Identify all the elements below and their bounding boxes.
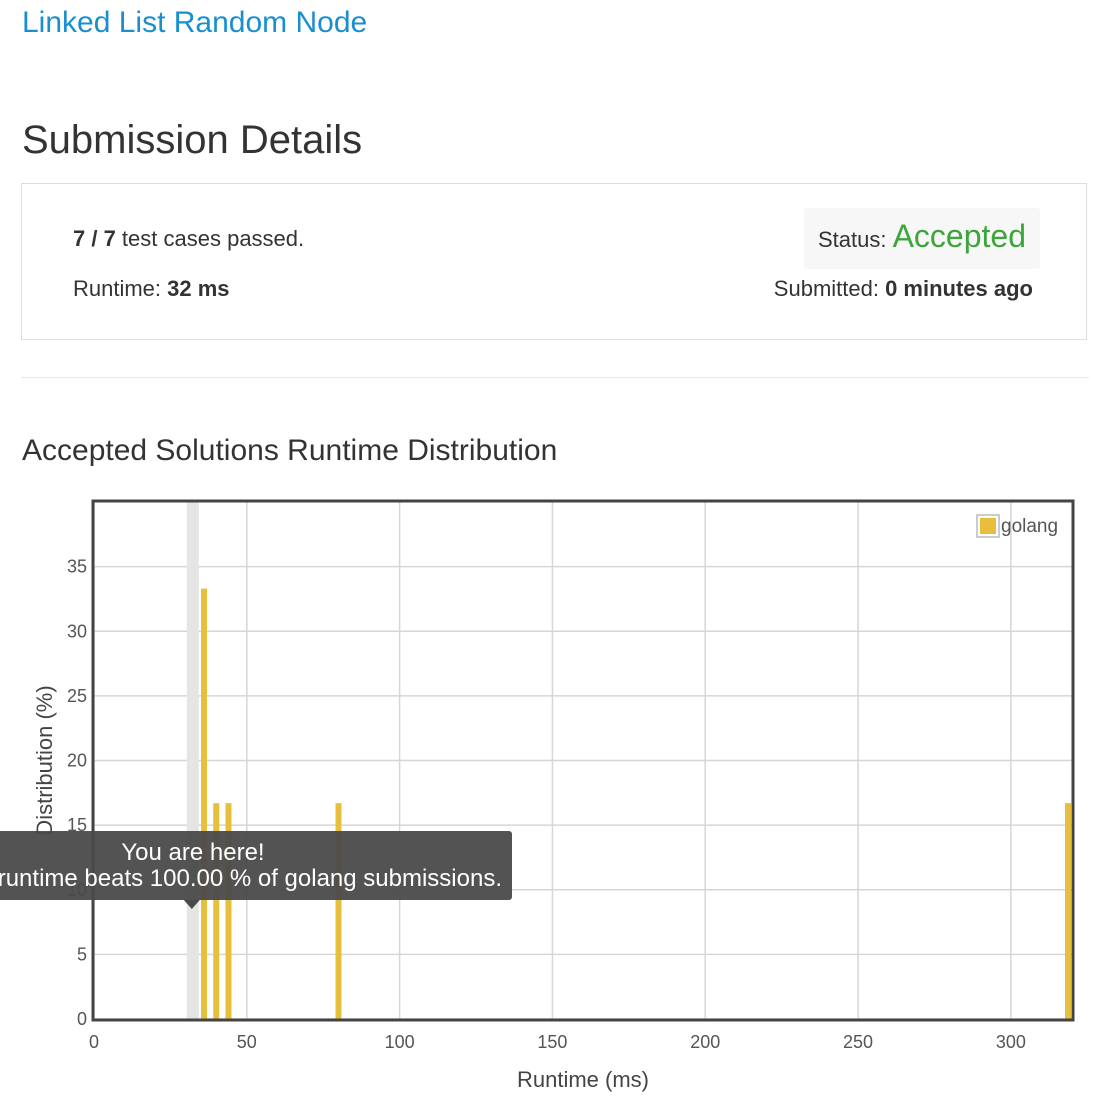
test-cases-count: 7 / 7 [73, 226, 116, 251]
y-tick-label: 20 [67, 751, 87, 771]
runtime-value: 32 ms [167, 276, 230, 301]
x-tick-label: 250 [843, 1032, 873, 1052]
status-value[interactable]: Accepted [893, 218, 1026, 254]
status-box: Status: Accepted [803, 208, 1040, 269]
submission-details-panel: 7 / 7 test cases passed. Runtime: 32 ms … [21, 183, 1087, 340]
runtime-distribution-chart[interactable]: 05010015020025030005101520253035 Runtime… [0, 480, 1094, 1099]
distribution-title: Accepted Solutions Runtime Distribution [22, 434, 558, 467]
x-tick-label: 100 [385, 1032, 415, 1052]
chart-grid [93, 502, 1072, 1020]
tooltip-line-2: Your runtime beats 100.00 % of golang su… [0, 865, 502, 892]
test-cases-summary: 7 / 7 test cases passed. [73, 226, 304, 252]
submitted-time: Submitted: 0 minutes ago [774, 276, 1033, 302]
y-axis-label: Distribution (%) [32, 685, 57, 835]
runtime-summary: Runtime: 32 ms [73, 276, 230, 302]
y-tick-label: 5 [77, 944, 87, 964]
divider [21, 377, 1089, 378]
tooltip-line-1: You are here! [121, 839, 264, 866]
x-tick-label: 200 [690, 1032, 720, 1052]
x-tick-label: 0 [89, 1032, 99, 1052]
runtime-label: Runtime: [73, 276, 168, 301]
y-tick-label: 30 [67, 621, 87, 641]
x-tick-label: 150 [537, 1032, 567, 1052]
problem-title-link[interactable]: Linked List Random Node [22, 6, 367, 40]
chart-bar [1065, 803, 1071, 1019]
y-tick-label: 0 [77, 1009, 87, 1029]
legend-swatch [980, 518, 996, 534]
submission-page: Linked List Random Node Submission Detai… [0, 0, 1094, 1099]
test-cases-label: test cases passed. [115, 226, 305, 251]
status-label: Status: [817, 227, 893, 252]
submitted-label: Submitted: [773, 276, 886, 301]
y-tick-label: 35 [67, 557, 87, 577]
x-axis-label: Runtime (ms) [517, 1067, 649, 1092]
x-tick-label: 50 [237, 1032, 257, 1052]
chart-bar [201, 588, 208, 1019]
chart-legend[interactable]: golang [976, 514, 1058, 538]
current-runtime-highlight [186, 502, 199, 1019]
x-tick-label: 300 [996, 1032, 1026, 1052]
runtime-tooltip: You are here!Your runtime beats 100.00 %… [0, 831, 512, 909]
submitted-value: 0 minutes ago [885, 276, 1033, 301]
y-tick-label: 25 [67, 686, 87, 706]
highlight-band [186, 502, 199, 1019]
page-title: Submission Details [22, 118, 363, 162]
legend-label: golang [1001, 516, 1058, 537]
